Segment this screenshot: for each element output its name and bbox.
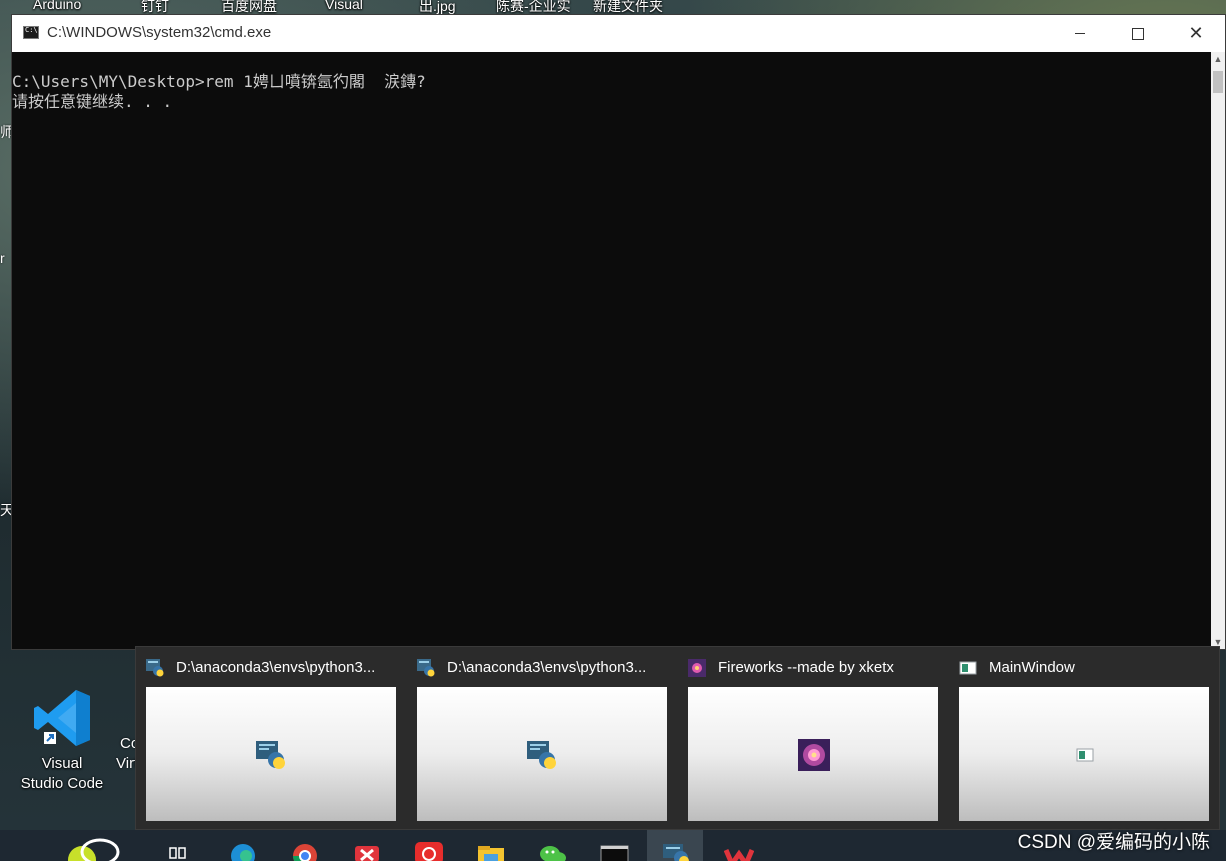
wechat-icon[interactable] <box>538 834 568 861</box>
preview-card-fireworks[interactable]: Fireworks --made by xketx <box>678 647 938 831</box>
watermark-text: CSDN @爱编码的小陈 <box>1017 832 1210 853</box>
preview-thumbnail[interactable] <box>959 687 1209 821</box>
edge-icon[interactable] <box>228 834 258 861</box>
preview-card-mainwindow[interactable]: MainWindow <box>949 647 1209 831</box>
preview-header: D:\anaconda3\envs\python3... <box>417 657 657 679</box>
preview-thumbnail[interactable] <box>417 687 667 821</box>
desktop-icon-arduino[interactable]: Arduino <box>33 0 81 12</box>
preview-header: MainWindow <box>959 657 1199 679</box>
maximize-icon <box>1132 27 1144 40</box>
desktop-icon-jpg[interactable]: 出.jpg <box>419 0 456 14</box>
chrome-icon[interactable] <box>290 834 320 861</box>
console-line: 请按任意键继续. . . <box>12 92 173 111</box>
python-icon[interactable] <box>662 834 692 861</box>
python-icon <box>417 659 435 677</box>
file-explorer-icon[interactable] <box>476 834 506 861</box>
xmind-icon[interactable] <box>352 834 382 861</box>
scrollbar-thumb[interactable] <box>1213 71 1223 93</box>
desktop-icon-vscode[interactable]: Visual Studio Code <box>12 686 112 794</box>
desktop-icon-label: Visual <box>41 755 83 772</box>
title-bar[interactable]: C:\WINDOWS\system32\cmd.exe ✕ <box>12 15 1225 52</box>
minimize-icon <box>1075 33 1085 35</box>
netease-music-icon[interactable] <box>414 834 444 861</box>
desktop-icon-visual[interactable]: Visual <box>325 0 363 12</box>
fireworks-icon <box>798 739 830 771</box>
python-icon <box>146 659 164 677</box>
cmd-app-icon[interactable] <box>23 26 39 39</box>
preview-title: D:\anaconda3\envs\python3... <box>447 659 647 676</box>
task-view-icon[interactable] <box>166 834 196 861</box>
window-icon <box>1076 748 1094 762</box>
console-line: C:\Users\MY\Desktop>rem 1娉ㄩ噴锛氬彴閣 涙鏄? <box>12 72 426 91</box>
vertical-scrollbar[interactable]: ▲ ▼ <box>1211 52 1225 649</box>
python-icon <box>256 741 285 769</box>
desktop-icon-dingtalk[interactable]: 钉钉 <box>141 0 169 14</box>
preview-header: D:\anaconda3\envs\python3... <box>146 657 386 679</box>
close-button[interactable]: ✕ <box>1167 15 1225 52</box>
preview-thumbnail[interactable] <box>146 687 396 821</box>
desktop-icon-new-folder[interactable]: 新建文件夹 <box>593 0 663 14</box>
desktop-icon-baidu-netdisk[interactable]: 百度网盘 <box>221 0 277 14</box>
terminal-icon[interactable] <box>600 834 630 861</box>
maximize-button[interactable] <box>1109 15 1167 52</box>
preview-card-python-1[interactable]: D:\anaconda3\envs\python3... <box>136 647 396 831</box>
window-title: C:\WINDOWS\system32\cmd.exe <box>47 24 272 41</box>
window-icon <box>959 661 977 675</box>
taskbar: CSDN @爱编码的小陈 <box>0 830 1226 861</box>
desktop-top-icon-row: Arduino 钉钉 百度网盘 Visual 出.jpg 陈赛-企业实 新建文件… <box>0 0 1226 14</box>
desktop-icon-label: Studio Code <box>20 775 104 792</box>
console-output[interactable]: C:\Users\MY\Desktop>rem 1娉ㄩ噴锛氬彴閣 涙鏄? 请按任… <box>12 52 1211 649</box>
taskbar-preview-panel: D:\anaconda3\envs\python3... D:\anaconda… <box>135 646 1220 830</box>
preview-title: Fireworks --made by xketx <box>718 659 894 676</box>
wps-icon[interactable] <box>724 834 754 861</box>
close-icon: ✕ <box>1188 23 1204 44</box>
desktop-edge-label: r <box>0 250 5 266</box>
minimize-button[interactable] <box>1051 15 1109 52</box>
preview-header: Fireworks --made by xketx <box>688 657 928 679</box>
cmd-window[interactable]: C:\WINDOWS\system32\cmd.exe ✕ C:\Users\M… <box>11 14 1226 650</box>
preview-title: MainWindow <box>989 659 1075 676</box>
preview-thumbnail[interactable] <box>688 687 938 821</box>
preview-card-python-2[interactable]: D:\anaconda3\envs\python3... <box>407 647 667 831</box>
python-icon <box>527 741 556 769</box>
fireworks-icon <box>688 659 706 677</box>
desktop-icon-chensai[interactable]: 陈赛-企业实 <box>496 0 571 14</box>
tennis-icon[interactable] <box>58 834 126 861</box>
scroll-up-icon[interactable]: ▲ <box>1211 52 1225 66</box>
vscode-icon <box>30 686 94 750</box>
preview-title: D:\anaconda3\envs\python3... <box>176 659 376 676</box>
